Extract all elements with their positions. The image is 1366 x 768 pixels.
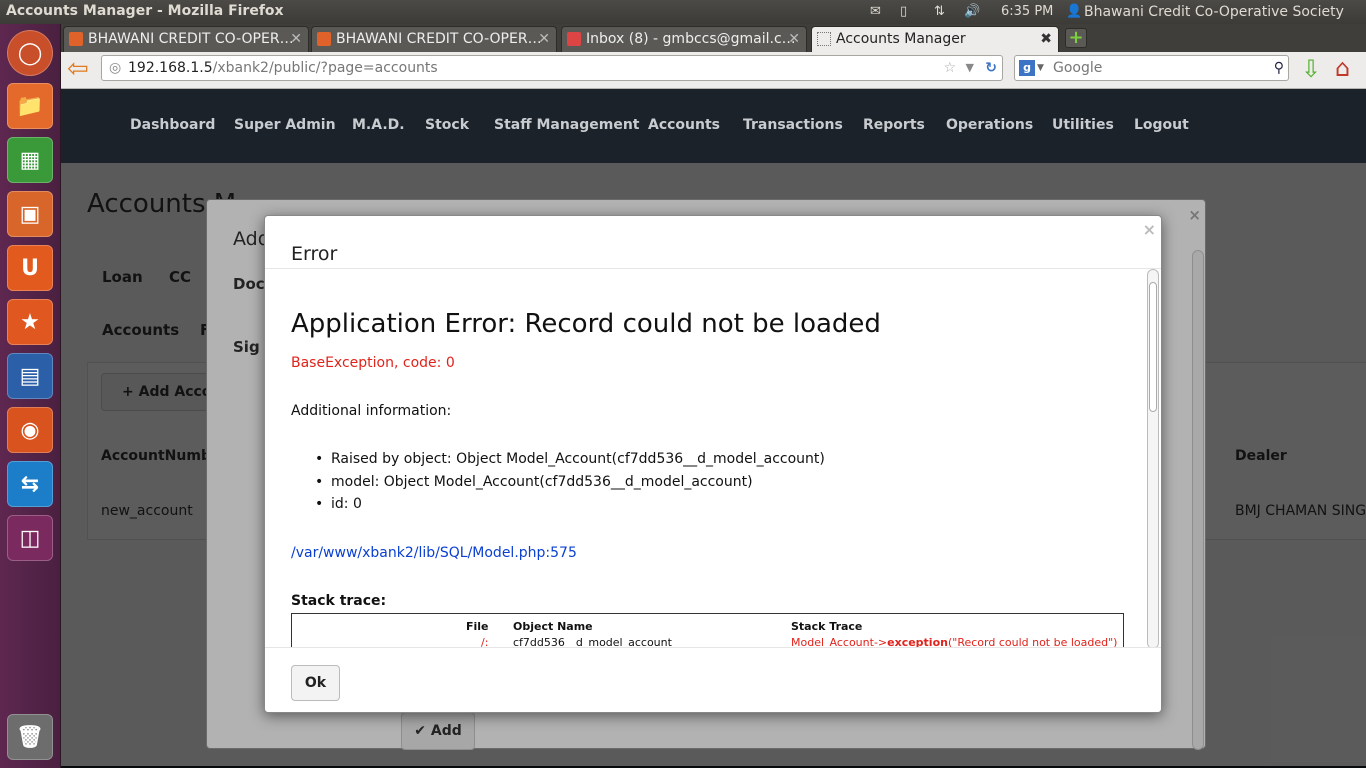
close-tab-icon[interactable]: ✕ [538, 27, 550, 51]
search-bar[interactable]: g ▼ Google ⚲ [1014, 55, 1289, 81]
stack-trace-heading: Stack trace: [291, 593, 387, 609]
url-bar[interactable]: ◎ 192.168.1.5/xbank2/public/?page=accoun… [101, 55, 1003, 81]
nav-reports[interactable]: Reports [863, 117, 925, 133]
new-tab-button[interactable]: + [1065, 28, 1087, 48]
reload-icon[interactable]: ↻ [985, 56, 997, 80]
app-navbar: Dashboard Super Admin M.A.D. Stock Staff… [61, 89, 1366, 163]
workspace-switcher-icon[interactable]: ◫ [7, 515, 53, 561]
tab-bhawani-1[interactable]: BHAWANI CREDIT CO-OPER… ✕ [63, 26, 309, 52]
nav-dashboard[interactable]: Dashboard [130, 117, 215, 133]
teamviewer-icon[interactable]: ⇆ [7, 461, 53, 507]
dash-home-icon[interactable]: ◯ [7, 30, 53, 76]
trash-icon[interactable]: 🗑 [7, 714, 53, 760]
ubuntu-one-icon[interactable]: U [7, 245, 53, 291]
gmail-icon [567, 32, 581, 46]
trace-argument: ("Record could not be loaded") [947, 636, 1118, 648]
nav-mad[interactable]: M.A.D. [352, 117, 405, 133]
nav-logout[interactable]: Logout [1134, 117, 1189, 133]
col-file: File [466, 620, 489, 633]
tab-label: BHAWANI CREDIT CO-OPER… [88, 31, 294, 47]
unity-launcher: ◯ 📁 ▦ ▣ U ★ ▤ ◉ ⇆ ◫ 🗑 [0, 24, 61, 768]
libreoffice-impress-icon[interactable]: ▣ [7, 191, 53, 237]
joomla-icon [69, 32, 83, 46]
system-top-panel: Accounts Manager - Mozilla Firefox ✉ ▯ ⇅… [0, 0, 1366, 24]
url-host: 192.168.1.5 [128, 60, 213, 76]
tab-strip: BHAWANI CREDIT CO-OPER… ✕ BHAWANI CREDIT… [61, 24, 1366, 52]
software-center-icon[interactable]: ★ [7, 299, 53, 345]
nav-transactions[interactable]: Transactions [743, 117, 843, 133]
search-placeholder: Google [1053, 60, 1103, 76]
history-dropdown-icon[interactable]: ▼ [966, 56, 974, 80]
battery-icon[interactable]: ▯ [900, 4, 907, 20]
error-modal: Error × Application Error: Record could … [264, 215, 1162, 713]
tab-label: Accounts Manager [836, 31, 966, 47]
search-icon[interactable]: ⚲ [1274, 56, 1284, 80]
close-tab-icon[interactable]: ✕ [788, 27, 800, 51]
libreoffice-calc-icon[interactable]: ▦ [7, 137, 53, 183]
close-icon[interactable]: × [1143, 220, 1156, 239]
close-tab-icon[interactable]: ✕ [290, 27, 302, 51]
tab-accounts-manager[interactable]: Accounts Manager ✖ [811, 26, 1059, 52]
nav-utilities[interactable]: Utilities [1052, 117, 1114, 133]
exception-text: BaseException, code: 0 [291, 355, 455, 371]
libreoffice-writer-icon[interactable]: ▤ [7, 353, 53, 399]
network-icon[interactable]: ⇅ [934, 4, 945, 20]
engine-dropdown-icon[interactable]: ▼ [1037, 56, 1044, 80]
tab-bhawani-2[interactable]: BHAWANI CREDIT CO-OPER… ✕ [311, 26, 557, 52]
tab-label: Inbox (8) - gmbccs@gmail.c… [586, 31, 796, 47]
volume-icon[interactable]: 🔊 [964, 4, 980, 20]
cell-file: /: [481, 636, 489, 648]
globe-icon: ◎ [109, 60, 122, 76]
session-user[interactable]: Bhawani Credit Co-Operative Society [1084, 4, 1344, 20]
info-item: id: 0 [315, 496, 362, 512]
bookmark-star-icon[interactable]: ☆ [943, 56, 956, 80]
nav-super-admin[interactable]: Super Admin [234, 117, 336, 133]
error-title: Error [291, 243, 338, 265]
info-item: Raised by object: Object Model_Account(c… [315, 451, 825, 467]
download-arrow-icon[interactable]: ⇩ [1301, 55, 1321, 83]
additional-info-label: Additional information: [291, 403, 452, 419]
scrollbar-thumb[interactable] [1149, 282, 1157, 412]
url-path: /xbank2/public/?page=accounts [212, 60, 438, 76]
nav-operations[interactable]: Operations [946, 117, 1033, 133]
trace-prefix: Model_Account-> [791, 636, 888, 648]
clock[interactable]: 6:35 PM [1001, 4, 1053, 20]
stack-trace-table: File Object Name Stack Trace /: cf7dd536… [291, 613, 1124, 648]
page-content: Dashboard Super Admin M.A.D. Stock Staff… [61, 89, 1366, 768]
error-file-link[interactable]: /var/www/xbank2/lib/SQL/Model.php:575 [291, 545, 577, 561]
nav-stock[interactable]: Stock [425, 117, 469, 133]
back-arrow-icon[interactable]: ⇦ [67, 56, 93, 83]
close-tab-icon[interactable]: ✖ [1040, 27, 1052, 51]
scrollbar[interactable] [1147, 269, 1159, 647]
cell-stack-trace: Model_Account->exception("Record could n… [791, 636, 1118, 648]
nav-accounts[interactable]: Accounts [648, 117, 720, 133]
files-icon[interactable]: 📁 [7, 83, 53, 129]
trace-function: exception [887, 636, 948, 648]
col-object-name: Object Name [513, 620, 593, 633]
home-icon[interactable]: ⌂ [1335, 54, 1350, 82]
cell-object-name: cf7dd536__d_model_account [513, 636, 672, 648]
tab-inbox[interactable]: Inbox (8) - gmbccs@gmail.c… ✕ [561, 26, 807, 52]
joomla-icon [317, 32, 331, 46]
mail-icon[interactable]: ✉ [870, 4, 881, 20]
tab-label: BHAWANI CREDIT CO-OPER… [336, 31, 542, 47]
navigation-toolbar: ⇦ ◎ 192.168.1.5/xbank2/public/?page=acco… [61, 52, 1366, 89]
ok-button[interactable]: Ok [291, 665, 340, 701]
error-body: Application Error: Record could not be l… [265, 268, 1161, 648]
firefox-window: BHAWANI CREDIT CO-OPER… ✕ BHAWANI CREDIT… [61, 24, 1366, 768]
google-icon[interactable]: g [1019, 60, 1035, 76]
nav-staff-management[interactable]: Staff Management [494, 117, 640, 133]
page-icon [817, 32, 831, 46]
window-title: Accounts Manager - Mozilla Firefox [6, 3, 284, 19]
info-item: model: Object Model_Account(cf7dd536__d_… [315, 474, 753, 490]
firefox-icon[interactable]: ◉ [7, 407, 53, 453]
application-error-heading: Application Error: Record could not be l… [291, 309, 881, 339]
user-icon: 👤 [1066, 4, 1083, 19]
col-stack-trace: Stack Trace [791, 620, 863, 633]
